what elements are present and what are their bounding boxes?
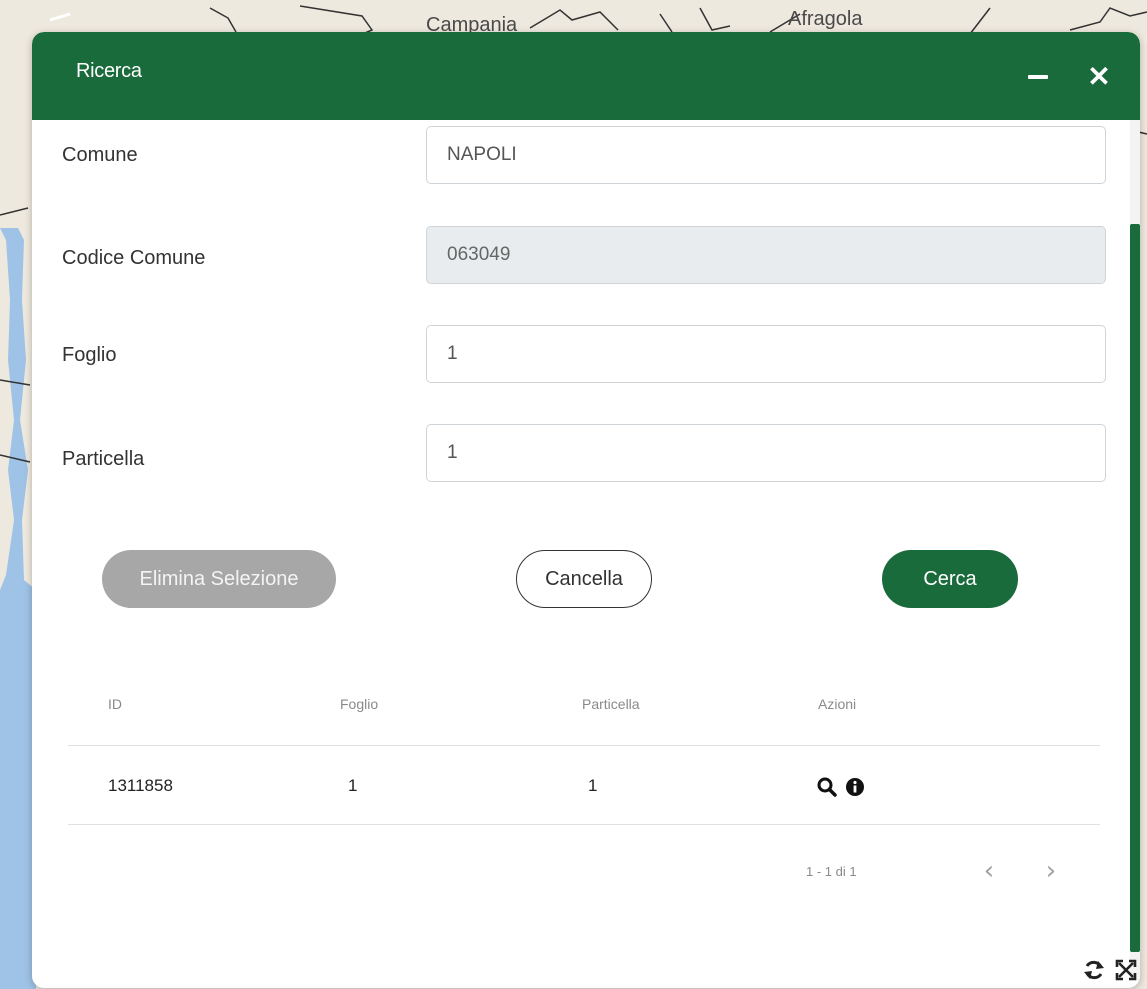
column-header-azioni: Azioni <box>818 696 857 712</box>
dialog-title: Ricerca <box>76 60 142 82</box>
scrollbar-thumb[interactable] <box>1130 224 1140 952</box>
refresh-icon[interactable] <box>1082 958 1106 982</box>
close-icon: ✕ <box>1087 61 1111 92</box>
table-header-divider <box>68 745 1100 746</box>
foglio-label: Foglio <box>62 344 117 366</box>
chevron-right-icon: › <box>1045 856 1057 886</box>
column-header-particella: Particella <box>582 696 640 712</box>
codice-comune-input <box>426 226 1106 284</box>
cell-particella: 1 <box>588 776 598 795</box>
cell-id: 1311858 <box>108 776 173 795</box>
table-row-divider <box>68 824 1100 825</box>
foglio-input[interactable] <box>426 325 1106 383</box>
elimina-selezione-button[interactable]: Elimina Selezione <box>102 550 336 608</box>
dialog-header[interactable]: Ricerca ✕ <box>32 32 1140 120</box>
minimize-button[interactable] <box>1022 62 1054 94</box>
next-page-button[interactable]: › <box>1034 854 1068 888</box>
close-button[interactable]: ✕ <box>1082 60 1116 94</box>
comune-label: Comune <box>62 144 138 166</box>
search-dialog: Ricerca ✕ Comune Codice Comune Foglio Pa… <box>32 32 1140 988</box>
chevron-left-icon: ‹ <box>983 856 995 886</box>
paginator-range: 1 - 1 di 1 <box>806 864 857 879</box>
comune-input[interactable] <box>426 126 1106 184</box>
minimize-icon <box>1028 75 1048 79</box>
particella-label: Particella <box>62 448 145 470</box>
column-header-id: ID <box>108 696 122 712</box>
codice-comune-label: Codice Comune <box>62 247 206 269</box>
info-icon[interactable] <box>844 776 866 798</box>
map-label-afragola: Afragola <box>788 8 863 30</box>
cancella-button[interactable]: Cancella <box>516 550 652 608</box>
cerca-button[interactable]: Cerca <box>882 550 1018 608</box>
cell-foglio: 1 <box>348 776 358 795</box>
search-icon[interactable] <box>816 776 838 798</box>
previous-page-button[interactable]: ‹ <box>972 854 1006 888</box>
column-header-foglio: Foglio <box>340 696 379 712</box>
fullscreen-icon[interactable] <box>1114 958 1138 982</box>
particella-input[interactable] <box>426 424 1106 482</box>
